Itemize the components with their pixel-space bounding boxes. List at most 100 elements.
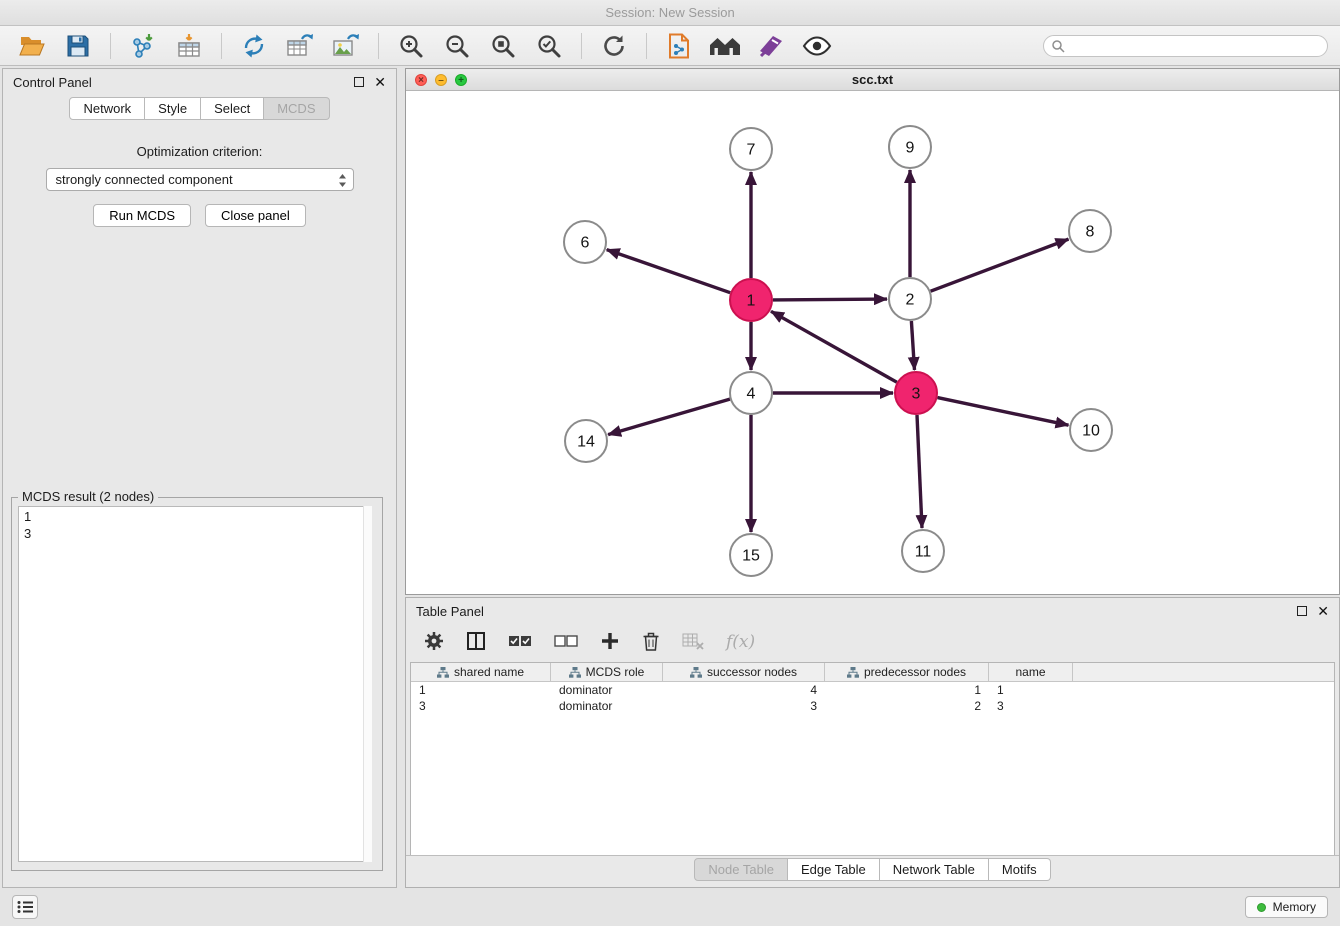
table-panel-divider: [406, 855, 1339, 856]
table-cell[interactable]: dominator: [551, 699, 663, 713]
zoom-fit-button[interactable]: [483, 30, 523, 62]
close-table-panel-icon[interactable]: ✕: [1317, 605, 1329, 617]
function-builder-button[interactable]: f(x): [726, 632, 755, 652]
table-cell[interactable]: 4: [663, 683, 825, 697]
export-image-button[interactable]: [326, 30, 366, 62]
graph-node-4[interactable]: 4: [730, 372, 772, 414]
graph-node-3[interactable]: 3: [895, 372, 937, 414]
close-panel-icon[interactable]: ✕: [374, 76, 386, 88]
float-panel-icon[interactable]: [354, 77, 364, 87]
graph-node-14[interactable]: 14: [565, 420, 607, 462]
table-cell[interactable]: 3: [663, 699, 825, 713]
maximize-window-icon[interactable]: +: [455, 74, 467, 86]
deselect-all-rows-button[interactable]: [554, 633, 578, 652]
result-scrollbar[interactable]: [363, 506, 372, 862]
delete-column-button[interactable]: [642, 631, 660, 654]
svg-text:6: 6: [581, 235, 590, 252]
graph-node-9[interactable]: 9: [889, 126, 931, 168]
home-button[interactable]: [705, 30, 745, 62]
refresh-layout-button[interactable]: [594, 30, 634, 62]
edge-1-2[interactable]: [773, 299, 887, 300]
tab-node-table[interactable]: Node Table: [694, 858, 788, 881]
column-label: successor nodes: [707, 665, 797, 679]
graph-node-15[interactable]: 15: [730, 534, 772, 576]
table-cell[interactable]: 1: [411, 683, 551, 697]
edge-1-6[interactable]: [607, 250, 731, 293]
graph-node-2[interactable]: 2: [889, 278, 931, 320]
edge-3-10[interactable]: [938, 398, 1069, 426]
tab-motifs[interactable]: Motifs: [989, 858, 1051, 881]
criterion-dropdown[interactable]: strongly connected component: [46, 168, 354, 191]
tab-network[interactable]: Network: [69, 97, 145, 120]
table-cell[interactable]: dominator: [551, 683, 663, 697]
column-label: predecessor nodes: [864, 665, 966, 679]
toolbar-separator: [581, 33, 582, 59]
column-header-predecessor-nodes[interactable]: predecessor nodes: [825, 663, 989, 681]
edge-4-14[interactable]: [608, 399, 730, 435]
graph-node-6[interactable]: 6: [564, 221, 606, 263]
tab-select[interactable]: Select: [201, 97, 264, 120]
graph-node-1[interactable]: 1: [730, 279, 772, 321]
task-history-button[interactable]: [12, 895, 38, 919]
network-window-title: scc.txt: [852, 72, 893, 87]
zoom-out-button[interactable]: [437, 30, 477, 62]
tab-edge-table[interactable]: Edge Table: [788, 858, 880, 881]
tab-network-table[interactable]: Network Table: [880, 858, 989, 881]
table-cell[interactable]: 3: [989, 699, 1073, 713]
column-label: shared name: [454, 665, 524, 679]
zoom-in-button[interactable]: [391, 30, 431, 62]
graph-node-7[interactable]: 7: [730, 128, 772, 170]
column-header-successor-nodes[interactable]: successor nodes: [663, 663, 825, 681]
gear-icon: [424, 631, 444, 651]
column-header-mcds-role[interactable]: MCDS role: [551, 663, 663, 681]
edge-3-1[interactable]: [771, 311, 897, 382]
tab-style[interactable]: Style: [145, 97, 201, 120]
minimize-window-icon[interactable]: –: [435, 74, 447, 86]
table-row[interactable]: 3 dominator 3 2 3: [411, 698, 1334, 714]
edge-3-11[interactable]: [917, 415, 922, 528]
export-table-button[interactable]: [280, 30, 320, 62]
edge-2-3[interactable]: [911, 321, 914, 370]
column-header-shared-name[interactable]: shared name: [411, 663, 551, 681]
edge-2-8[interactable]: [931, 239, 1069, 291]
column-header-name[interactable]: name: [989, 663, 1073, 681]
close-window-icon[interactable]: ×: [415, 74, 427, 86]
toolbar-separator: [110, 33, 111, 59]
show-details-button[interactable]: [797, 30, 837, 62]
table-row[interactable]: 1 dominator 4 1 1: [411, 682, 1334, 698]
control-panel-title: Control Panel: [13, 75, 92, 90]
table-cell[interactable]: 1: [989, 683, 1073, 697]
select-all-rows-button[interactable]: [508, 633, 532, 652]
export-network-button[interactable]: [234, 30, 274, 62]
apply-style-button[interactable]: [751, 30, 791, 62]
mcds-result-list[interactable]: 1 3: [18, 506, 372, 862]
network-graph[interactable]: 7 9 6 8 1 2 4 3 14 10 15 11: [406, 91, 1339, 594]
export-network-icon: [241, 33, 267, 59]
table-cell[interactable]: 1: [825, 683, 989, 697]
graph-node-10[interactable]: 10: [1070, 409, 1112, 451]
import-network-button[interactable]: [123, 30, 163, 62]
table-cell[interactable]: 2: [825, 699, 989, 713]
network-document-button[interactable]: [659, 30, 699, 62]
open-folder-icon: [19, 34, 45, 58]
show-columns-button[interactable]: [466, 631, 486, 654]
graph-node-11[interactable]: 11: [902, 530, 944, 572]
memory-button[interactable]: Memory: [1245, 896, 1328, 918]
network-canvas[interactable]: 7 9 6 8 1 2 4 3 14 10 15 11: [406, 91, 1339, 594]
graph-node-8[interactable]: 8: [1069, 210, 1111, 252]
run-mcds-button[interactable]: Run MCDS: [93, 204, 191, 227]
add-column-button[interactable]: [600, 631, 620, 654]
search-input[interactable]: [1043, 35, 1328, 57]
delete-table-button[interactable]: [682, 632, 704, 653]
table-settings-button[interactable]: [424, 631, 444, 654]
float-table-panel-icon[interactable]: [1297, 606, 1307, 616]
import-table-button[interactable]: [169, 30, 209, 62]
zoom-selected-button[interactable]: [529, 30, 569, 62]
table-cell[interactable]: 3: [411, 699, 551, 713]
export-table-icon: [286, 33, 314, 59]
save-session-button[interactable]: [58, 30, 98, 62]
open-session-button[interactable]: [12, 30, 52, 62]
close-panel-button[interactable]: Close panel: [205, 204, 306, 227]
tab-mcds[interactable]: MCDS: [264, 97, 329, 120]
network-window-titlebar[interactable]: × – + scc.txt: [406, 69, 1339, 91]
